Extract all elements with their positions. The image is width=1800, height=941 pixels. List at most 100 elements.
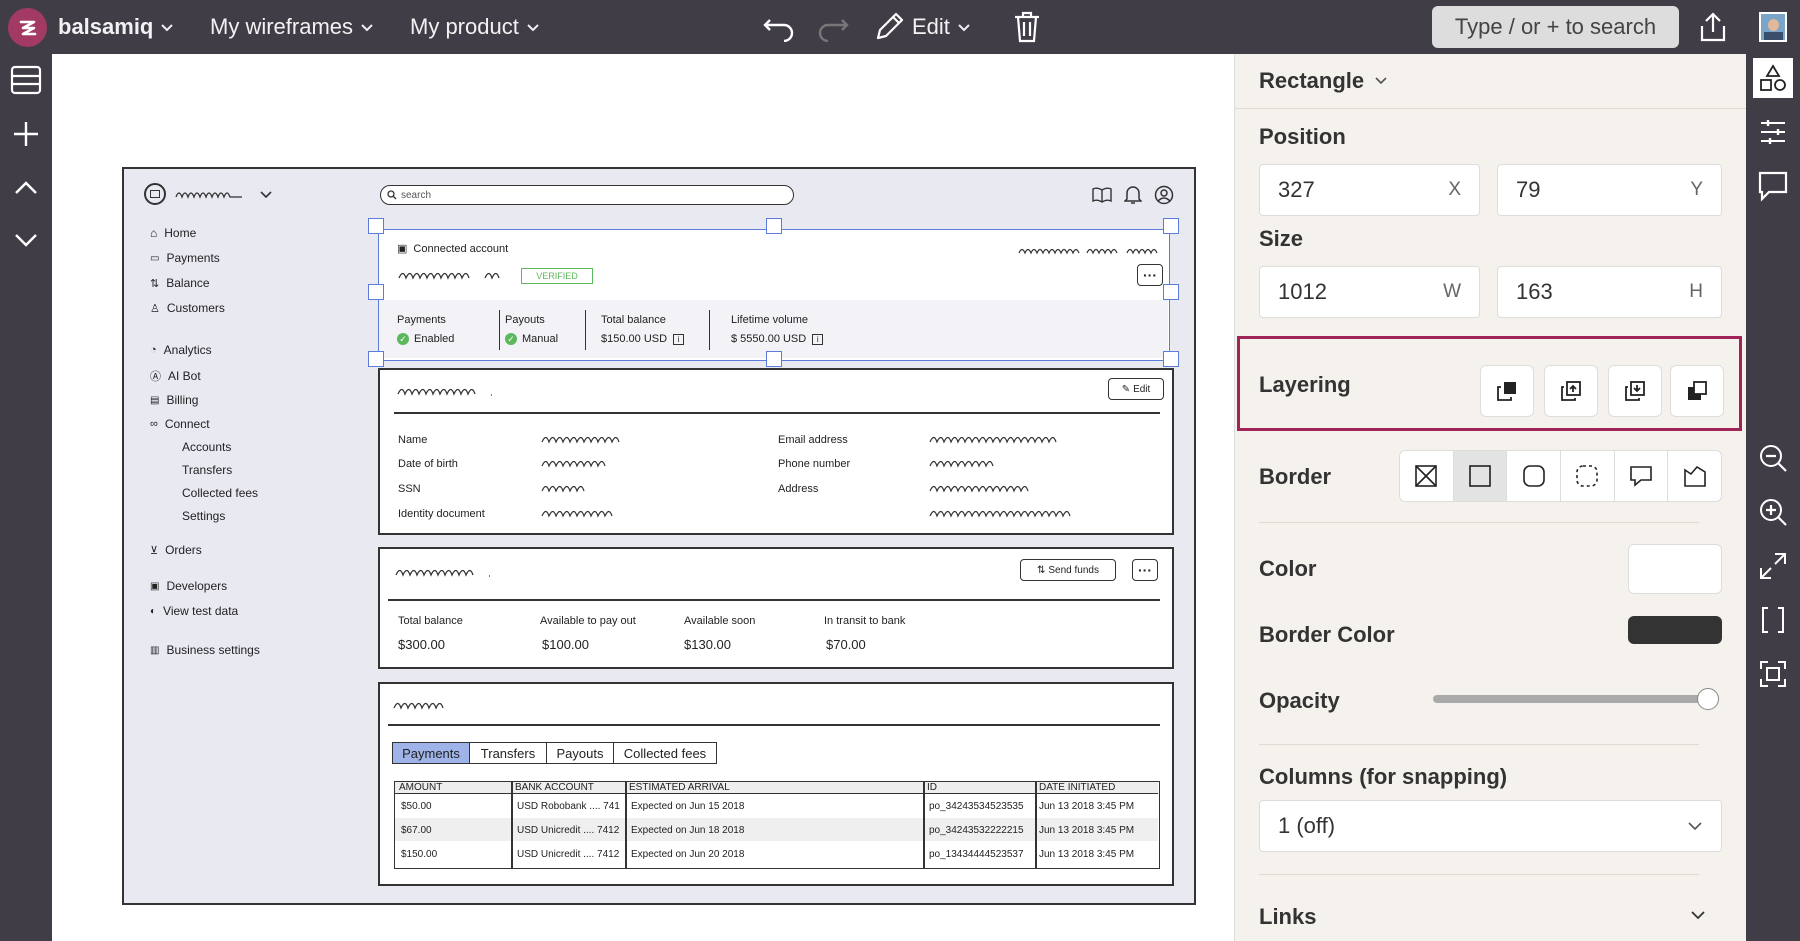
wf-nav-analytics[interactable]: ◔ Analytics	[150, 343, 212, 357]
avatar-body	[1764, 32, 1783, 40]
resize-handle-sw[interactable]	[368, 351, 384, 367]
wf-nav-orders[interactable]: ⊻ Orders	[150, 543, 202, 557]
connected-account-card[interactable]: ▣ Connected account VERIFIED ··· Payment…	[378, 229, 1170, 361]
resize-handle-w[interactable]	[368, 284, 384, 300]
resize-handle-e[interactable]	[1163, 284, 1179, 300]
border-callout-button[interactable]	[1615, 451, 1669, 501]
wf-nav-ai-bot[interactable]: Ⓐ AI Bot	[150, 368, 201, 384]
bring-to-front-button[interactable]	[1480, 365, 1534, 417]
tab-payments[interactable]: Payments	[392, 742, 470, 764]
wf-nav-collected-fees[interactable]: Collected fees	[182, 486, 258, 500]
balance-label: Available soon	[684, 615, 756, 627]
border-jagged-button[interactable]	[1668, 451, 1721, 501]
resize-handle-n[interactable]	[766, 218, 782, 234]
wf-nav-customers[interactable]: ♙ Customers	[150, 301, 225, 315]
tab-collected-fees[interactable]: Collected fees	[613, 742, 717, 764]
fullscreen-button[interactable]	[1753, 546, 1793, 586]
my-product-menu[interactable]: My product	[410, 0, 541, 54]
wf-nav-view-test-data[interactable]: ◐ View test data	[150, 604, 238, 618]
wf-nav-transfers[interactable]: Transfers	[182, 463, 232, 477]
quick-search-input[interactable]: Type / or + to search	[1432, 6, 1679, 48]
y-input[interactable]: 79 Y	[1497, 164, 1722, 216]
right-sidebar	[1746, 54, 1800, 941]
wf-nav-billing[interactable]: ▤ Billing	[150, 393, 198, 407]
border-none-button[interactable]	[1400, 451, 1454, 501]
share-button[interactable]	[1697, 0, 1729, 54]
stat-total-balance: Total balance $150.00 USD i	[601, 314, 685, 345]
stat-payouts: Payouts ✓ Manual	[505, 314, 558, 345]
add-button[interactable]	[6, 114, 46, 154]
opacity-slider-track[interactable]	[1433, 695, 1708, 703]
width-input[interactable]: 1012 W	[1259, 266, 1480, 318]
detail-label-dob: Date of birth	[398, 458, 458, 470]
bring-forward-button[interactable]	[1544, 365, 1598, 417]
wf-nav-settings[interactable]: Settings	[182, 509, 225, 523]
properties-tab[interactable]	[1753, 112, 1793, 152]
send-funds-button[interactable]: ⇅ Send funds	[1020, 559, 1116, 581]
table-header-cell: ESTIMATED ARRIVAL	[629, 782, 730, 793]
tab-payouts[interactable]: Payouts	[546, 742, 614, 764]
balance-value: $130.00	[684, 637, 731, 652]
zoom-in-button[interactable]	[1753, 492, 1793, 532]
wf-search-input[interactable]: search	[380, 185, 794, 205]
balsamiq-logo-icon[interactable]	[8, 8, 47, 47]
resize-handle-s[interactable]	[766, 351, 782, 367]
stat-label: Total balance	[601, 314, 666, 326]
border-dashed-button[interactable]	[1561, 451, 1615, 501]
brand-menu[interactable]: balsamiq	[58, 0, 175, 54]
undo-button[interactable]	[762, 0, 796, 54]
chevron-down-icon[interactable]	[260, 191, 272, 199]
wf-nav-developers[interactable]: ▣ Developers	[150, 579, 227, 593]
avatar[interactable]	[1759, 12, 1787, 42]
edit-menu[interactable]: Edit	[872, 0, 972, 54]
more-options-button[interactable]: ···	[1132, 559, 1158, 581]
wf-nav-connect[interactable]: ∞ Connect	[150, 417, 210, 431]
send-backward-button[interactable]	[1608, 365, 1662, 417]
panels-button[interactable]	[6, 60, 46, 100]
chevron-down-icon[interactable]	[1690, 910, 1706, 920]
tab-transfers[interactable]: Transfers	[469, 742, 547, 764]
wf-nav-balance[interactable]: ⇅ Balance	[150, 276, 210, 290]
border-square-button[interactable]	[1453, 451, 1508, 501]
chevron-down-icon	[361, 24, 373, 32]
delete-button[interactable]	[1012, 0, 1042, 54]
wf-nav-payments[interactable]: ▭ Payments	[150, 251, 220, 265]
send-to-back-button[interactable]	[1670, 365, 1724, 417]
bell-icon[interactable]	[1124, 185, 1142, 205]
opacity-slider-thumb[interactable]	[1697, 688, 1719, 710]
columns-select[interactable]: 1 (off)	[1259, 800, 1722, 852]
fit-selection-button[interactable]	[1753, 600, 1793, 640]
resize-handle-se[interactable]	[1163, 351, 1179, 367]
wf-nav-accounts[interactable]: Accounts	[182, 440, 231, 454]
user-circle-icon[interactable]	[1154, 185, 1174, 205]
edit-details-button[interactable]: ✎ Edit	[1108, 378, 1164, 400]
dashed-border-icon	[1576, 465, 1599, 487]
fill-color-swatch[interactable]	[1628, 544, 1722, 594]
previous-button[interactable]	[6, 168, 46, 208]
store-icon	[144, 183, 166, 205]
more-options-button[interactable]: ···	[1137, 264, 1163, 286]
detail-label-ssn: SSN	[398, 483, 421, 495]
next-button[interactable]	[6, 220, 46, 260]
zoom-out-button[interactable]	[1753, 438, 1793, 478]
wf-nav-home[interactable]: ⌂ Home	[150, 226, 196, 240]
redo-button[interactable]	[816, 0, 850, 54]
x-input[interactable]: 327 X	[1259, 164, 1480, 216]
wf-nav-business-settings[interactable]: ▥ Business settings	[150, 643, 260, 657]
border-color-swatch[interactable]	[1628, 616, 1722, 644]
element-type-selector[interactable]: Rectangle	[1259, 68, 1388, 94]
resize-handle-ne[interactable]	[1163, 218, 1179, 234]
components-tab[interactable]	[1753, 58, 1793, 98]
border-rounded-button[interactable]	[1507, 451, 1562, 501]
height-input[interactable]: 163 H	[1497, 266, 1722, 318]
resize-handle-nw[interactable]	[368, 218, 384, 234]
table-header-cell: ID	[927, 782, 937, 793]
fit-page-button[interactable]	[1753, 654, 1793, 694]
table-col-divider	[923, 782, 925, 868]
balance-label: Available to pay out	[540, 615, 636, 627]
book-icon[interactable]	[1092, 187, 1112, 203]
wireframe-frame[interactable]: search ⌂ Home ▭ Payments ⇅ Balance ♙ Custome…	[122, 167, 1196, 905]
comments-tab[interactable]	[1753, 166, 1793, 206]
my-wireframes-menu[interactable]: My wireframes	[210, 0, 375, 54]
balance-available: Available to pay out $100.00	[540, 615, 636, 652]
